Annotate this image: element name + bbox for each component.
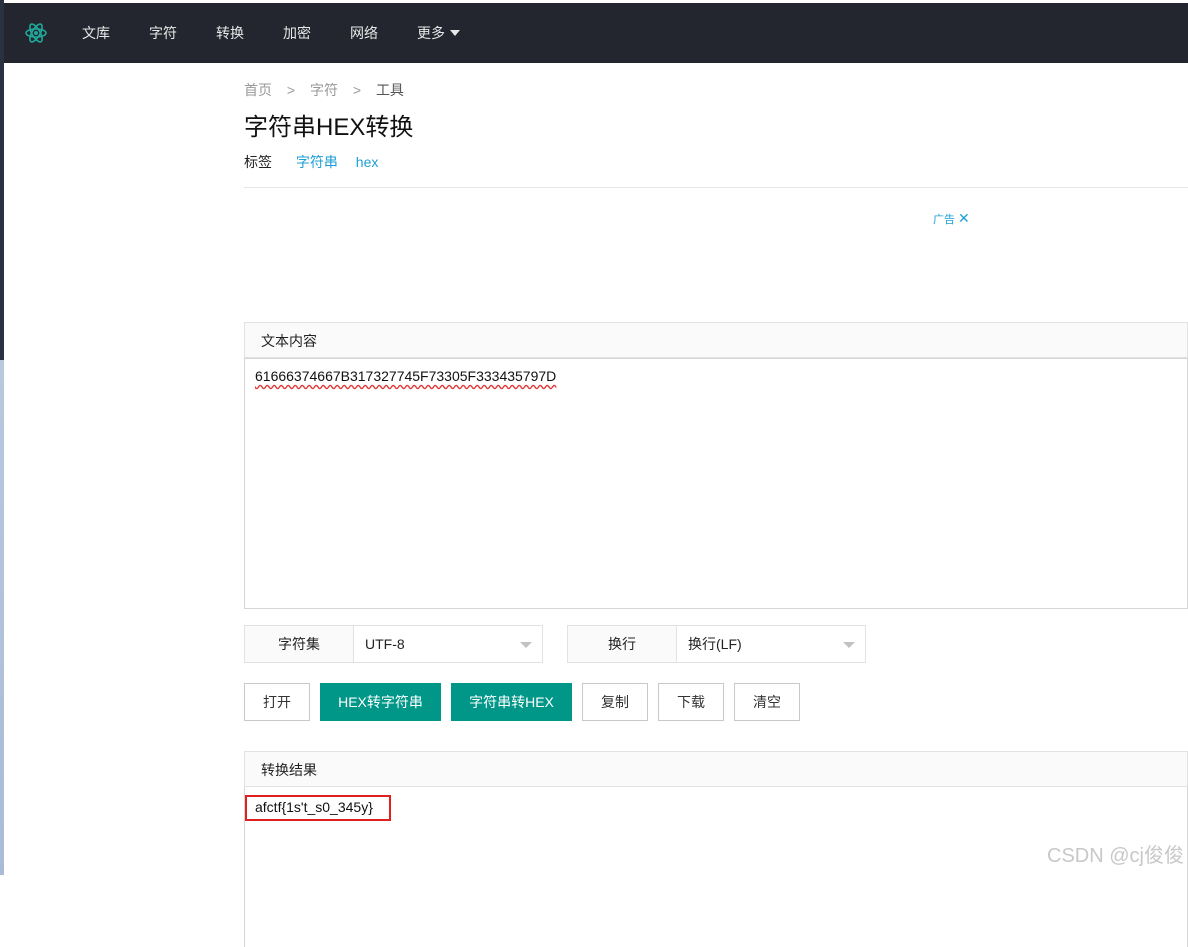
atom-logo-icon[interactable]	[23, 20, 49, 46]
ad-label: 广告	[933, 213, 955, 226]
nav-item-more[interactable]: 更多	[417, 23, 460, 43]
open-button[interactable]: 打开	[244, 683, 310, 721]
charset-value: UTF-8	[365, 636, 405, 652]
chevron-down-icon	[520, 642, 532, 648]
charset-dropdown[interactable]: UTF-8	[354, 626, 542, 662]
download-button[interactable]: 下载	[658, 683, 724, 721]
breadcrumb-separator: >	[352, 82, 362, 98]
breadcrumb-separator: >	[286, 82, 296, 98]
nav-item-characters[interactable]: 字符	[149, 23, 177, 43]
tag-hex[interactable]: hex	[356, 154, 379, 170]
charset-select[interactable]: 字符集 UTF-8	[244, 625, 543, 663]
string-to-hex-button[interactable]: 字符串转HEX	[451, 683, 572, 721]
nav-item-network[interactable]: 网络	[350, 23, 378, 43]
result-value-highlight: afctf{1s't_s0_345y}	[245, 795, 391, 821]
nav-item-encrypt[interactable]: 加密	[283, 23, 311, 43]
watermark: CSDN @cj俊俊	[1047, 845, 1184, 867]
text-content-header: 文本内容	[244, 322, 1188, 358]
breadcrumb-home[interactable]: 首页	[244, 82, 272, 98]
breadcrumb: 首页 > 字符 > 工具	[244, 80, 404, 100]
close-icon[interactable]: ✕	[958, 210, 970, 227]
page-title: 字符串HEX转换	[244, 114, 414, 141]
divider	[244, 187, 1188, 188]
linebreak-dropdown[interactable]: 换行(LF)	[677, 626, 865, 662]
clear-button[interactable]: 清空	[734, 683, 800, 721]
caret-down-icon	[450, 30, 460, 36]
top-navigation-bar: 文库 字符 转换 加密 网络 更多	[4, 3, 1188, 63]
text-content-value: 61666374667B317327745F73305F333435797D	[255, 368, 557, 384]
ad-badge[interactable]: 广告 ✕	[933, 210, 970, 227]
linebreak-label: 换行	[568, 626, 677, 662]
hex-to-string-button[interactable]: HEX转字符串	[320, 683, 441, 721]
charset-label: 字符集	[245, 626, 354, 662]
nav-more-label: 更多	[417, 25, 445, 41]
result-header: 转换结果	[244, 751, 1188, 787]
tag-string[interactable]: 字符串	[296, 154, 338, 170]
breadcrumb-current: 工具	[375, 82, 404, 98]
nav-item-library[interactable]: 文库	[82, 23, 110, 43]
breadcrumb-category[interactable]: 字符	[310, 82, 338, 98]
chevron-down-icon	[843, 642, 855, 648]
linebreak-select[interactable]: 换行 换行(LF)	[567, 625, 866, 663]
nav-item-convert[interactable]: 转换	[216, 23, 244, 43]
copy-button[interactable]: 复制	[582, 683, 648, 721]
window-left-edge	[0, 0, 4, 875]
linebreak-value: 换行(LF)	[688, 636, 742, 652]
text-content-input[interactable]: 61666374667B317327745F73305F333435797D	[244, 358, 1188, 609]
tag-list: 标签 字符串 hex	[244, 152, 392, 172]
tags-label: 标签	[244, 154, 272, 170]
